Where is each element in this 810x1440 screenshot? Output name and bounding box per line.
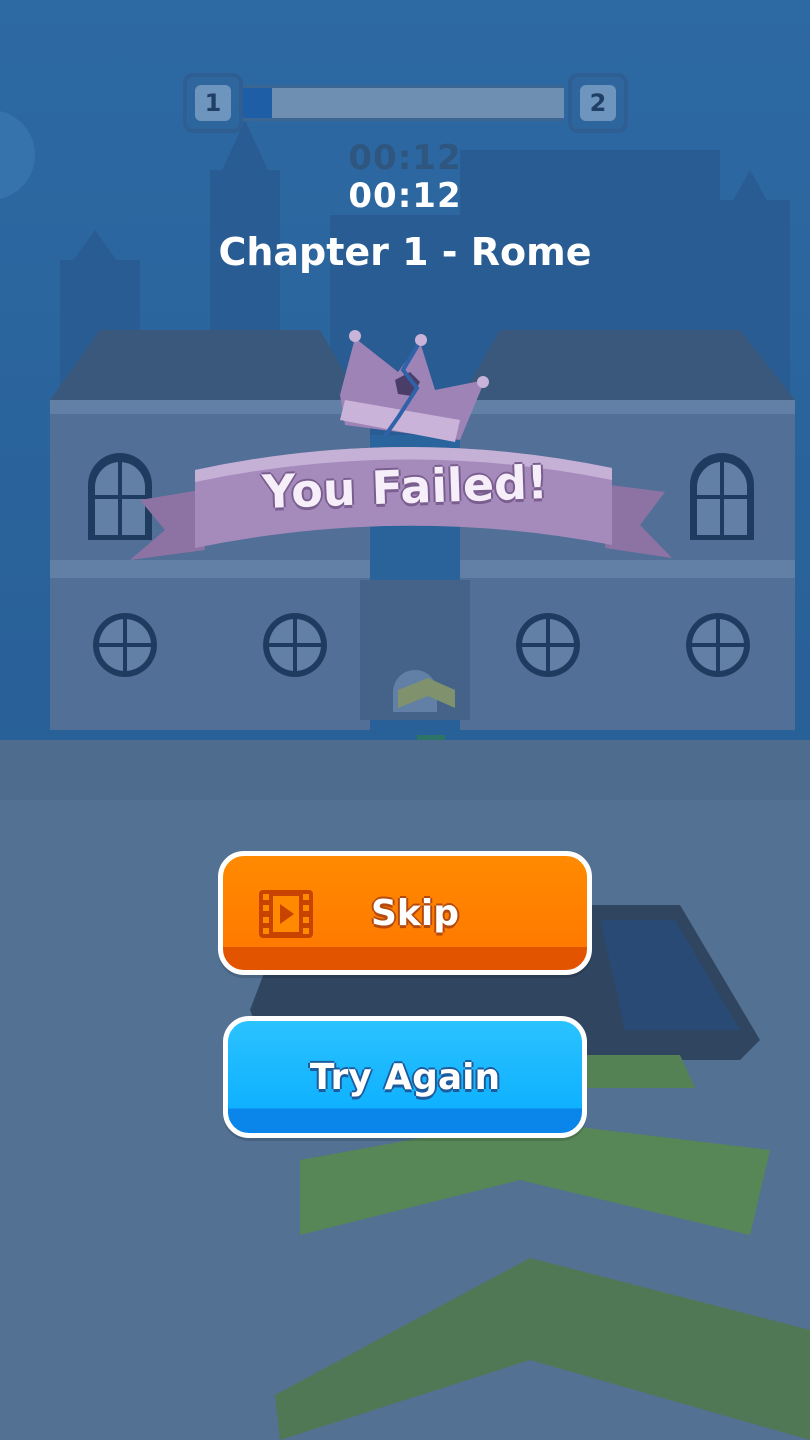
skip-button[interactable]: Skip	[218, 851, 592, 975]
try-again-button-label: Try Again	[309, 1056, 501, 1098]
broken-crown-icon	[340, 330, 489, 442]
try-again-button[interactable]: Try Again	[223, 1016, 587, 1138]
video-ad-icon	[259, 890, 313, 938]
failed-banner	[130, 330, 672, 560]
skip-button-label: Skip	[371, 892, 459, 934]
you-failed-text: You Failed!	[261, 455, 549, 519]
